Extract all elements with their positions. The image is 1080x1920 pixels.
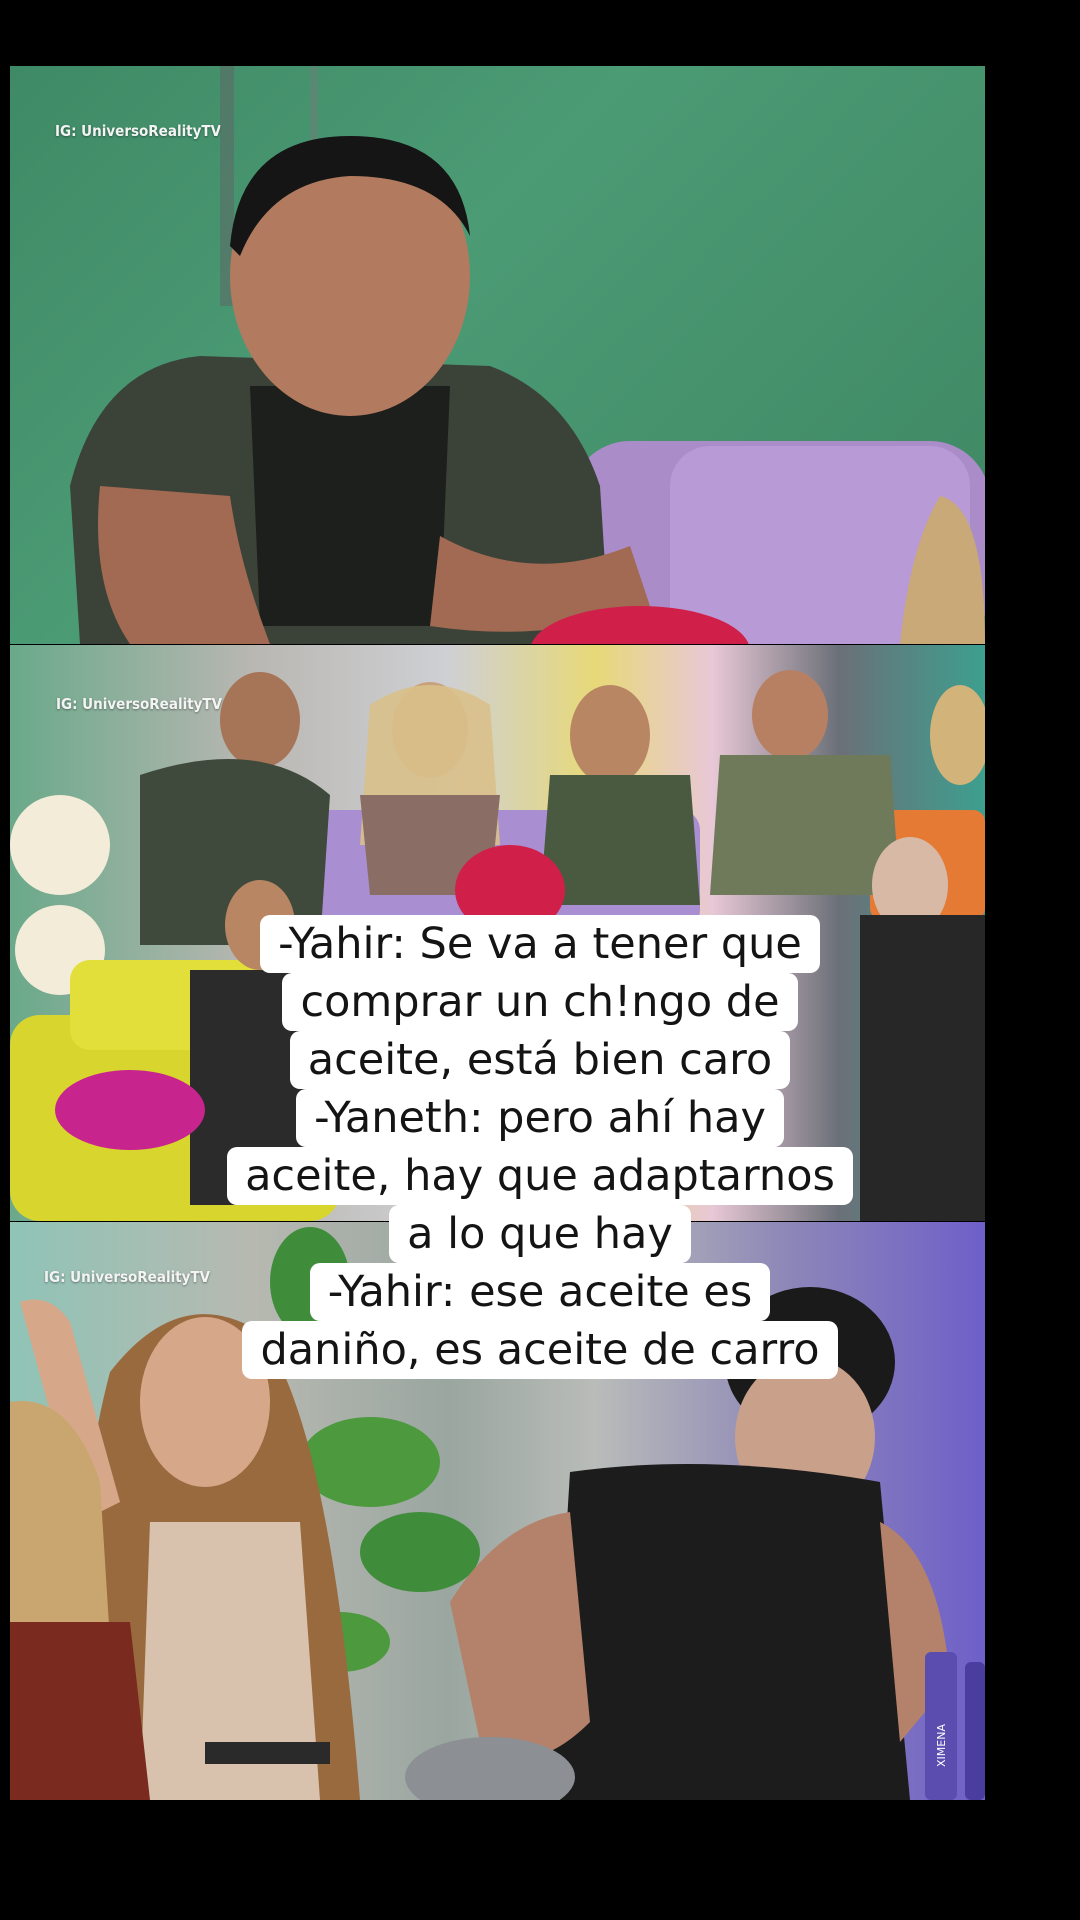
caption-line: aceite, está bien caro [289,1031,791,1089]
caption-line: a lo que hay [389,1205,691,1263]
caption-line: -Yahir: Se va a tener que [260,915,820,973]
caption-line: -Yaneth: pero ahí hay [296,1089,784,1147]
video-frame[interactable]: IG: UniversoRealityTV IG: UniversoRealit… [0,0,1080,1920]
video-panel-top: IG: UniversoRealityTV [10,66,985,644]
caption-line: -Yahir: ese aceite es [309,1263,771,1321]
scene-illustration [70,66,985,644]
caption-line: comprar un ch!ngo de [282,973,798,1031]
caption-line: aceite, hay que adaptarnos [227,1147,853,1205]
name-tag: XIMENA [935,1724,948,1767]
subtitle-caption: -Yahir: Se va a tener que comprar un ch!… [0,915,1080,1379]
caption-line: daniño, es aceite de carro [242,1321,838,1379]
